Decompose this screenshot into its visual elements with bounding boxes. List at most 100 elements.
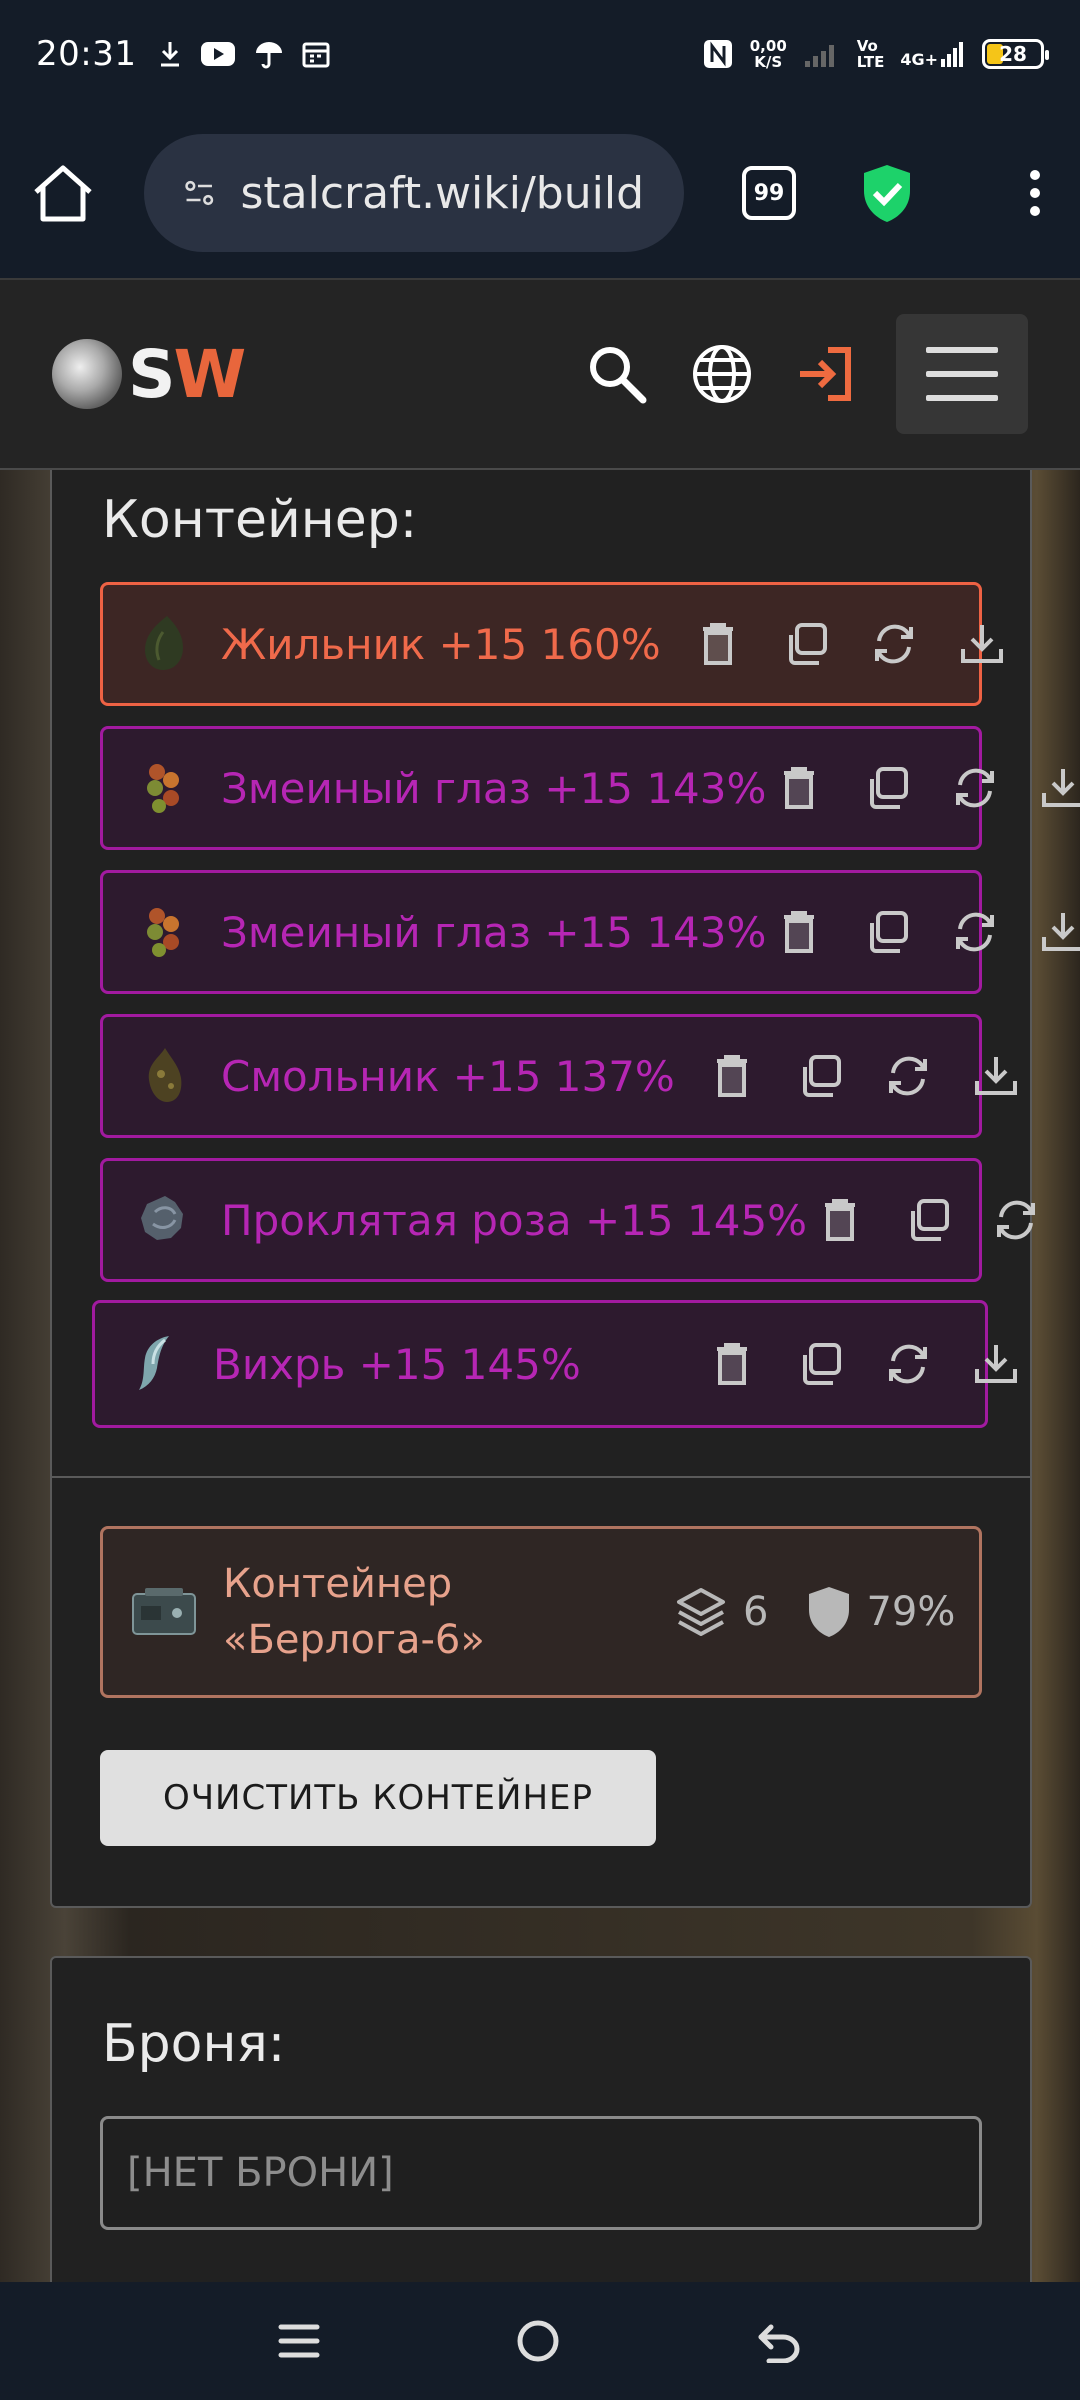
delete-icon[interactable] xyxy=(709,1341,755,1387)
net-speed-unit: K/S xyxy=(754,53,783,71)
recent-apps-icon[interactable] xyxy=(277,2319,321,2363)
umbrella-icon xyxy=(256,42,283,69)
container-protection-value: 79% xyxy=(866,1589,956,1635)
login-icon[interactable] xyxy=(794,344,856,404)
container-name-line2: «Берлога-6» xyxy=(223,1617,485,1663)
container-card[interactable]: Контейнер «Берлога-6» 6 79% xyxy=(100,1526,982,1698)
delete-icon[interactable] xyxy=(695,621,741,667)
hamburger-menu-button[interactable] xyxy=(896,314,1028,434)
battery-indicator: 28 xyxy=(982,39,1049,69)
container-section-title: Контейнер: xyxy=(102,490,418,550)
site-logo[interactable]: SW xyxy=(52,335,247,413)
swap-icon[interactable] xyxy=(871,621,917,667)
delete-icon[interactable] xyxy=(817,1197,863,1243)
logo-w: W xyxy=(173,335,247,413)
copy-icon[interactable] xyxy=(864,765,910,811)
home-icon[interactable] xyxy=(30,162,96,224)
logo-s: S xyxy=(128,335,176,413)
net-speed-value: 0,00 xyxy=(749,37,787,55)
nfc-icon xyxy=(703,40,732,68)
calendar-icon xyxy=(302,42,330,68)
download-icon[interactable] xyxy=(973,1341,1019,1387)
tab-count: 99 xyxy=(753,180,785,206)
armor-select-value: [НЕТ БРОНИ] xyxy=(127,2150,394,2196)
swap-icon[interactable] xyxy=(885,1341,931,1387)
volte-bottom: LTE xyxy=(856,53,885,71)
url-text[interactable]: stalcraft.wiki/build xyxy=(241,168,645,219)
search-icon[interactable] xyxy=(584,341,650,407)
status-notification-icons xyxy=(158,39,330,69)
status-time: 20:31 xyxy=(36,34,137,74)
shield-check-icon[interactable] xyxy=(860,162,914,224)
artifact-zhilnik-icon xyxy=(145,616,183,670)
swap-icon[interactable] xyxy=(885,1053,931,1099)
artifact-snake-eye-icon xyxy=(147,764,179,813)
signal-bars-icon xyxy=(941,42,963,67)
swap-icon[interactable] xyxy=(952,765,998,811)
system-navigation-bar xyxy=(0,2282,1080,2400)
download-icon[interactable] xyxy=(973,1053,1019,1099)
delete-icon[interactable] xyxy=(776,765,822,811)
artifact-snake-eye-icon xyxy=(147,908,179,957)
artifact-smolnik-icon xyxy=(148,1048,182,1102)
list-item[interactable]: Проклятая роза +15 145% xyxy=(100,1158,1036,1282)
volte-top: Vo xyxy=(856,37,878,55)
item-label: Змеиный глаз +15 143% xyxy=(221,763,767,813)
container-name-line1: Контейнер xyxy=(223,1561,453,1607)
status-bar: 20:31 0,00 K/S Vo LTE 4G+ 28 xyxy=(0,0,1080,108)
list-item[interactable]: Вихрь +15 145% xyxy=(92,1300,1017,1428)
list-item[interactable]: Змеиный глаз +15 143% xyxy=(100,870,1080,994)
copy-icon[interactable] xyxy=(783,621,829,667)
list-item[interactable]: Смольник +15 137% xyxy=(100,1014,1017,1138)
swap-icon[interactable] xyxy=(952,909,998,955)
back-icon[interactable] xyxy=(755,2319,803,2363)
address-bar[interactable]: stalcraft.wiki/build xyxy=(144,134,684,252)
copy-icon[interactable] xyxy=(797,1341,843,1387)
container-box-icon xyxy=(132,1588,196,1635)
container-name: Контейнер «Берлога-6» xyxy=(223,1556,653,1668)
container-protection: 79% xyxy=(806,1585,955,1639)
item-label: Жильник +15 160% xyxy=(221,619,661,669)
logo-globe-icon xyxy=(52,339,122,409)
signal-icon xyxy=(804,45,834,67)
download-icon[interactable] xyxy=(959,621,1005,667)
armor-section-title: Броня: xyxy=(102,2014,286,2074)
swap-icon[interactable] xyxy=(993,1197,1039,1243)
clear-container-button[interactable]: ОЧИСТИТЬ КОНТЕЙНЕР xyxy=(100,1750,656,1846)
layers-icon xyxy=(677,1588,725,1636)
container-slots: 6 xyxy=(673,1584,768,1640)
network-type: 4G+ xyxy=(900,50,938,69)
network-speed: 0,00 K/S xyxy=(750,38,787,70)
battery-level: 28 xyxy=(999,42,1027,66)
youtube-icon xyxy=(201,42,236,66)
browser-toolbar: stalcraft.wiki/build 99 xyxy=(0,108,1080,278)
copy-icon[interactable] xyxy=(864,909,910,955)
copy-icon[interactable] xyxy=(797,1053,843,1099)
delete-icon[interactable] xyxy=(776,909,822,955)
section-divider xyxy=(52,1476,1030,1478)
item-label: Проклятая роза +15 145% xyxy=(221,1195,808,1245)
download-icon[interactable] xyxy=(1040,909,1080,955)
artifact-cursed-rose-icon xyxy=(141,1196,183,1240)
shield-icon xyxy=(809,1587,850,1637)
tab-switcher-button[interactable]: 99 xyxy=(742,166,796,220)
container-panel: Контейнер: Жильник +15 160% Змеиный глаз… xyxy=(50,470,1080,1908)
item-label: Смольник +15 137% xyxy=(221,1051,675,1101)
delete-icon[interactable] xyxy=(709,1053,755,1099)
download-icon[interactable] xyxy=(1040,765,1080,811)
volte-indicator: Vo LTE xyxy=(857,38,885,70)
logo-text: SW xyxy=(128,335,247,413)
more-options-icon[interactable] xyxy=(1030,170,1040,216)
list-item[interactable]: Змеиный глаз +15 143% xyxy=(100,726,1080,850)
language-globe-icon[interactable] xyxy=(690,342,754,406)
home-circle-icon[interactable] xyxy=(515,2318,561,2364)
site-settings-icon[interactable] xyxy=(184,171,215,215)
container-slots-value: 6 xyxy=(743,1589,769,1635)
page-content: Контейнер: Жильник +15 160% Змеиный глаз… xyxy=(0,470,1080,2282)
item-label: Змеиный глаз +15 143% xyxy=(221,907,767,957)
copy-icon[interactable] xyxy=(905,1197,951,1243)
armor-select[interactable]: [НЕТ БРОНИ] xyxy=(100,2116,982,2230)
list-item[interactable]: Жильник +15 160% xyxy=(100,582,1003,706)
signal-4g: 4G+ xyxy=(900,39,966,69)
download-icon xyxy=(161,42,180,67)
